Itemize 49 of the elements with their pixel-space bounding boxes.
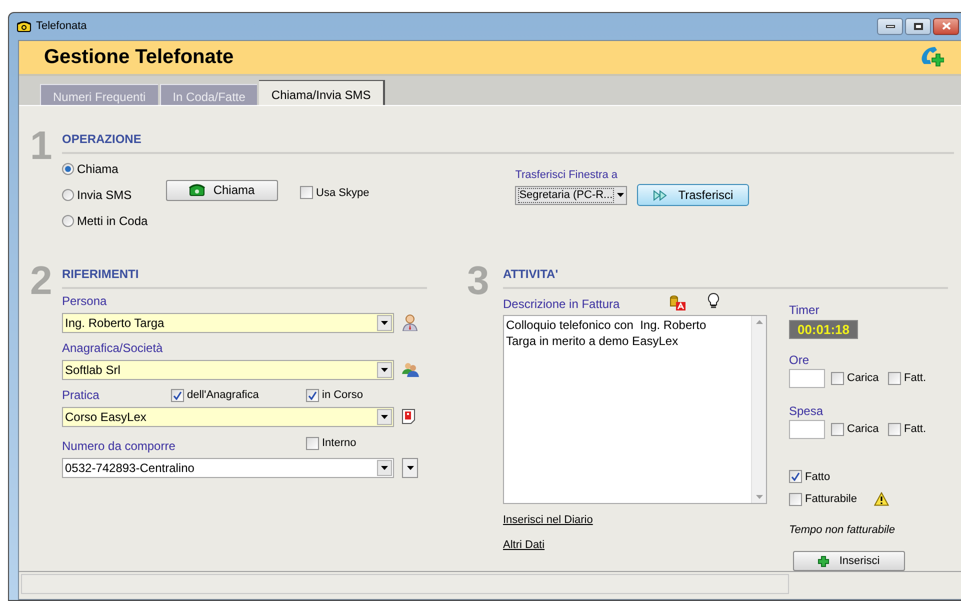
transfer-button[interactable]: Trasferisci <box>637 184 750 206</box>
combo-value: Corso EasyLex <box>64 408 148 426</box>
timer-display: 00:01:18 <box>789 320 858 338</box>
field-label: Trasferisci Finestra a <box>515 168 618 182</box>
combo-box[interactable]: Ing. Roberto Targa <box>62 312 394 332</box>
description-textarea[interactable]: Colloquio telefonico con Ing. Roberto Targa in merito a demo EasyLex <box>503 314 767 504</box>
destination-dropdown[interactable]: Segretaria (PC-R... <box>515 186 628 204</box>
description-text: Colloquio telefonico con Ing. Roberto Targa in merito a demo EasyLex <box>505 316 708 348</box>
section-heading: ATTIVITA' <box>503 266 558 280</box>
link[interactable]: Altri Dati <box>503 537 545 554</box>
step-number: 1 <box>30 126 54 170</box>
field-label: Descrizione in Fattura <box>503 296 620 312</box>
call-button[interactable]: Chiama <box>166 180 278 200</box>
radio-label: Chiama <box>77 160 118 178</box>
checkbox-label: Fatt. <box>904 370 926 386</box>
combo-value: 0532-742893-Centralino <box>64 460 196 476</box>
step-number: 2 <box>30 260 54 304</box>
checkbox-label: Fatto <box>805 470 830 484</box>
insert-button[interactable]: Inserisci <box>793 551 905 571</box>
field-label: Anagrafica/Società <box>62 340 164 356</box>
field-label: Persona <box>62 292 108 310</box>
link[interactable]: Inserisci nel Diario <box>503 512 593 528</box>
checkbox-label: Interno <box>322 436 356 451</box>
radio-label: Metti in Coda <box>77 212 148 230</box>
field-label: Pratica <box>62 386 100 404</box>
radio-label: Invia SMS <box>77 186 132 204</box>
checkbox-label: in Corso <box>322 388 363 403</box>
section-heading: OPERAZIONE <box>62 132 142 146</box>
combo-box[interactable]: Softlab Srl <box>62 360 394 380</box>
section-heading: RIFERIMENTI <box>62 266 139 280</box>
checkbox-label: Carica <box>847 370 879 386</box>
header-title: Gestione Telefonate <box>44 45 234 70</box>
combo-box[interactable]: 0532-742893-Centralino <box>62 458 394 478</box>
checkbox-label: Fatt. <box>904 422 926 437</box>
window-title: Telefonata <box>36 19 87 34</box>
checkbox-label: Usa Skype <box>316 186 370 200</box>
tab[interactable]: Chiama/Invia SMS <box>259 80 385 104</box>
combo-value: Softlab Srl <box>64 362 122 378</box>
combo-value: Ing. Roberto Targa <box>64 314 166 332</box>
checkbox-label: Carica <box>847 422 879 437</box>
dropdown-value: Segretaria (PC-R... <box>518 188 614 202</box>
field-label: Ore <box>789 352 810 368</box>
field-label: Timer <box>789 302 820 318</box>
field-label: Spesa <box>789 402 824 420</box>
combo-box[interactable]: Corso EasyLex <box>62 406 394 426</box>
step-number: 3 <box>467 260 490 304</box>
billing-note: Tempo non fatturabile <box>789 522 896 538</box>
checkbox-label: dell'Anagrafica <box>187 388 259 403</box>
checkbox-label: Fatturabile <box>805 492 857 507</box>
